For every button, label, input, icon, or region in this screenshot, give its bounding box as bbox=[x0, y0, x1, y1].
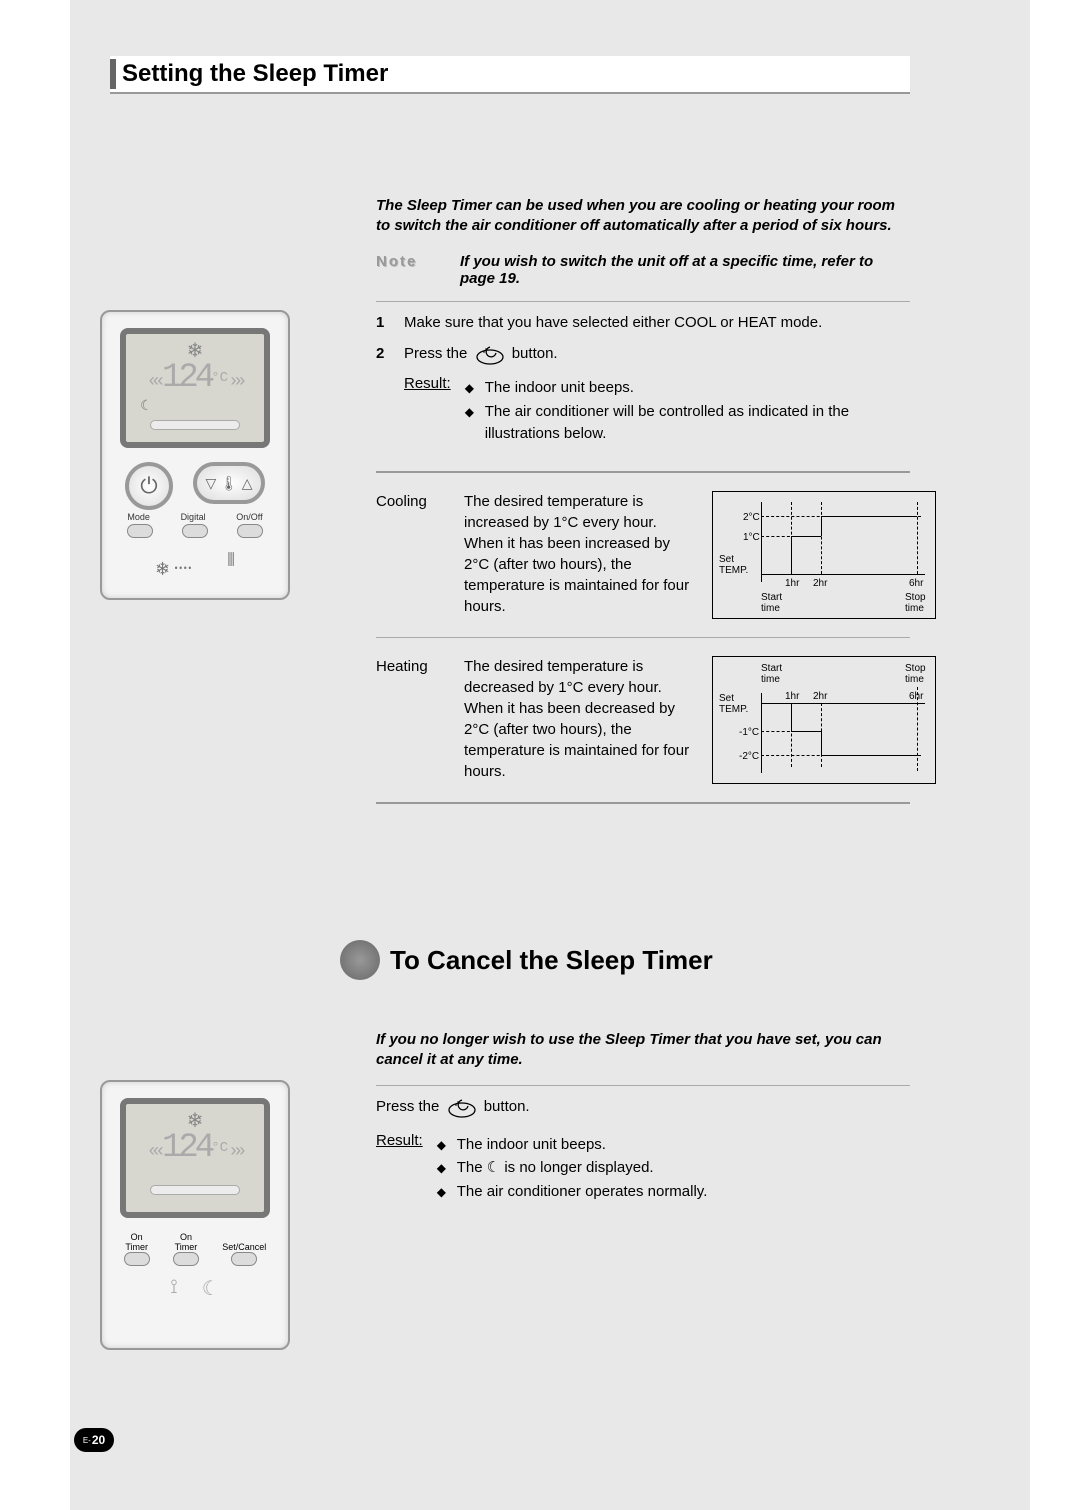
result2-item-2: The ☾ is no longer displayed. bbox=[437, 1157, 910, 1179]
sleep-button-icon bbox=[476, 343, 504, 365]
result-list: The indoor unit beeps. The air condition… bbox=[465, 377, 910, 444]
mode-label: Mode bbox=[127, 512, 150, 522]
sleep-icon-faded: ☾ bbox=[202, 1276, 220, 1301]
section-title: Setting the Sleep Timer bbox=[122, 60, 388, 88]
cooling-label: Cooling bbox=[376, 491, 446, 619]
page-number-badge: E-20 bbox=[74, 1428, 114, 1452]
heating-graph: Start time Stop time Set TEMP. -1°C -2°C… bbox=[712, 656, 936, 784]
lcd-temperature-2: «‹124°C›» bbox=[126, 1133, 264, 1167]
power-button: ⏻ bbox=[125, 462, 173, 510]
result-list-2: The indoor unit beeps. The ☾ is no longe… bbox=[437, 1134, 910, 1203]
set-cancel-label: Set/Cancel bbox=[222, 1242, 266, 1252]
remote-illustration-1: ❄ «‹124°C›» ☾ ⏻ ▽ 🌡 △ Mode Digital On/Of… bbox=[100, 310, 290, 600]
section2-intro: If you no longer wish to use the Sleep T… bbox=[376, 1030, 910, 1071]
off-timer-label: On Timer bbox=[173, 1232, 199, 1252]
page-number: 20 bbox=[92, 1433, 105, 1447]
sleep-button-icon bbox=[448, 1096, 476, 1118]
result-label: Result: bbox=[376, 1132, 423, 1205]
remote-lcd-2: ❄ «‹124°C›» bbox=[120, 1098, 270, 1218]
section1-body: The Sleep Timer can be used when you are… bbox=[376, 196, 910, 814]
divider bbox=[376, 301, 910, 302]
divider-thick bbox=[376, 802, 910, 804]
result2-item-1: The indoor unit beeps. bbox=[437, 1134, 910, 1156]
step-number-1: 1 bbox=[376, 312, 390, 334]
section-heading-bar: Setting the Sleep Timer bbox=[110, 56, 910, 94]
mode-button bbox=[127, 524, 153, 538]
cooling-graph: 2°C 1°C Set TEMP. 1hr 2hr 6hr Start time… bbox=[712, 491, 936, 619]
note-text: If you wish to switch the unit off at a … bbox=[460, 253, 910, 287]
set-cancel-button bbox=[231, 1252, 257, 1266]
lcd-temperature: «‹124°C›» bbox=[126, 363, 264, 397]
section2-body: If you no longer wish to use the Sleep T… bbox=[376, 1030, 910, 1205]
heating-label: Heating bbox=[376, 656, 446, 784]
divider bbox=[376, 637, 910, 638]
section2-title: To Cancel the Sleep Timer bbox=[390, 945, 713, 976]
intro-text: The Sleep Timer can be used when you are… bbox=[376, 196, 910, 237]
onoff-label: On/Off bbox=[236, 512, 262, 522]
sleep-icon: ☾ bbox=[140, 397, 264, 414]
divider-thick bbox=[376, 471, 910, 473]
step-text-2: Press the button. bbox=[404, 343, 558, 365]
heating-desc: The desired temperature is decreased by … bbox=[464, 656, 694, 784]
step-number-2: 2 bbox=[376, 343, 390, 365]
result-label: Result: bbox=[404, 375, 451, 446]
mode-icon-faded: ⟟ bbox=[170, 1276, 177, 1301]
lcd-bar bbox=[150, 420, 240, 430]
louver-icon: ⦀ bbox=[227, 550, 235, 581]
temp-up-down: ▽ 🌡 △ bbox=[193, 462, 265, 504]
page-prefix: E- bbox=[83, 1436, 91, 1445]
digital-button bbox=[182, 524, 208, 538]
result-item-2: The air conditioner will be controlled a… bbox=[465, 401, 910, 445]
snowfall-icon: ❄᠁ bbox=[155, 550, 191, 581]
remote-lcd: ❄ «‹124°C›» ☾ bbox=[120, 328, 270, 448]
note-label: Note bbox=[376, 253, 436, 287]
off-timer-button bbox=[173, 1252, 199, 1266]
subheading-bullet-icon bbox=[340, 940, 380, 980]
heading-accent bbox=[110, 59, 116, 89]
subheading-wrap: To Cancel the Sleep Timer bbox=[340, 940, 713, 980]
lcd-bar bbox=[150, 1185, 240, 1195]
divider bbox=[376, 1085, 910, 1086]
on-timer-button bbox=[124, 1252, 150, 1266]
cooling-desc: The desired temperature is increased by … bbox=[464, 491, 694, 619]
on-timer-label: On Timer bbox=[124, 1232, 150, 1252]
remote-illustration-2: ❄ «‹124°C›» On Timer On Timer Set/Cancel… bbox=[100, 1080, 290, 1350]
digital-label: Digital bbox=[181, 512, 206, 522]
result-item-1: The indoor unit beeps. bbox=[465, 377, 910, 399]
onoff-button bbox=[237, 524, 263, 538]
result2-item-3: The air conditioner operates normally. bbox=[437, 1181, 910, 1203]
press-button-line: Press the button. bbox=[376, 1096, 910, 1118]
step-text-1: Make sure that you have selected either … bbox=[404, 312, 822, 334]
